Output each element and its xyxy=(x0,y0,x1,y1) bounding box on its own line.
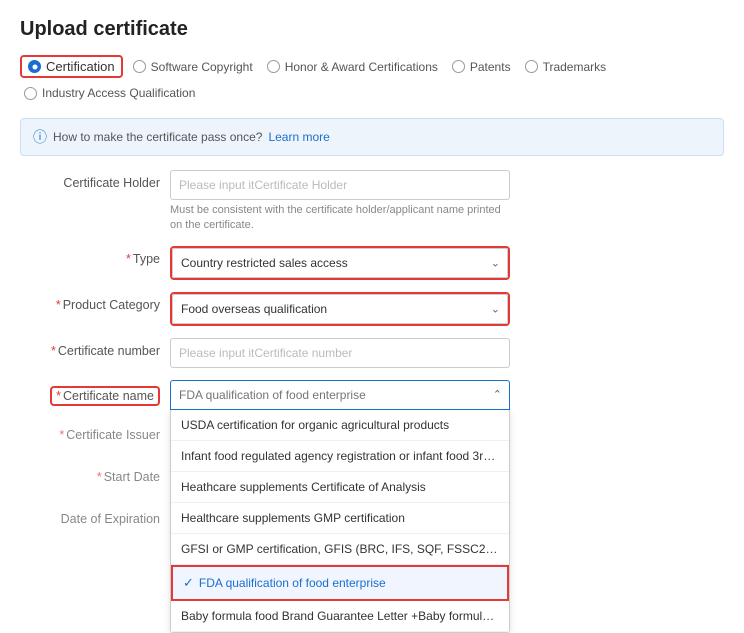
dropdown-item-7[interactable]: Baby formula food Brand Guarantee Letter… xyxy=(171,601,509,632)
certificate-holder-input[interactable] xyxy=(170,170,510,200)
tab-patents-label: Patents xyxy=(470,60,511,74)
certificate-name-field-group: ⌃ USDA certification for organic agricul… xyxy=(170,380,724,410)
type-row: *Type Country restricted sales access ⌄ xyxy=(20,246,724,280)
info-banner: ⓘ How to make the certificate pass once?… xyxy=(20,118,724,156)
tab-trademarks[interactable]: Trademarks xyxy=(521,58,611,76)
dropdown-item-5[interactable]: GFSI or GMP certification, GFIS (BRC, IF… xyxy=(171,534,509,565)
certificate-number-row: *Certificate number xyxy=(20,338,724,368)
type-select-wrapper: Country restricted sales access ⌄ xyxy=(170,246,510,280)
page-container: Upload certificate Certification Softwar… xyxy=(0,0,744,554)
certificate-holder-field-group: Must be consistent with the certificate … xyxy=(170,170,724,234)
start-date-required-star: * xyxy=(97,470,102,484)
certificate-issuer-label: *Certificate Issuer xyxy=(20,422,160,442)
tab-honor-label: Honor & Award Certifications xyxy=(285,60,438,74)
certificate-name-input[interactable] xyxy=(170,380,510,410)
product-category-field-group: Food overseas qualification ⌄ xyxy=(170,292,724,326)
dropdown-item-4[interactable]: Healthcare supplements GMP certification xyxy=(171,503,509,534)
tab-patents[interactable]: Patents xyxy=(448,58,515,76)
tabs-row: Certification Software Copyright Honor &… xyxy=(20,55,724,102)
cert-name-required-star: * xyxy=(56,389,61,403)
certificate-name-dropdown-wrapper: ⌃ USDA certification for organic agricul… xyxy=(170,380,510,410)
dropdown-checkmark: ✓ xyxy=(183,575,194,591)
dropdown-item-6-text: FDA qualification of food enterprise xyxy=(199,576,386,590)
certificate-number-field-group xyxy=(170,338,724,368)
product-category-row: *Product Category Food overseas qualific… xyxy=(20,292,724,326)
type-select[interactable]: Country restricted sales access xyxy=(172,248,508,278)
cert-number-required-star: * xyxy=(51,344,56,358)
product-category-label: *Product Category xyxy=(20,292,160,312)
certificate-number-input[interactable] xyxy=(170,338,510,368)
tab-honor-award[interactable]: Honor & Award Certifications xyxy=(263,58,442,76)
dropdown-item-2[interactable]: Infant food regulated agency registratio… xyxy=(171,441,509,472)
tab-software-label: Software Copyright xyxy=(151,60,253,74)
tab-industry-label: Industry Access Qualification xyxy=(42,86,195,100)
info-banner-text: How to make the certificate pass once? xyxy=(53,130,262,144)
info-icon: ⓘ xyxy=(33,127,47,147)
tab-industry-radio xyxy=(24,87,37,100)
tab-software-copyright[interactable]: Software Copyright xyxy=(129,58,257,76)
certificate-holder-label: Certificate Holder xyxy=(20,170,160,190)
product-category-select[interactable]: Food overseas qualification xyxy=(172,294,508,324)
dropdown-item-1[interactable]: USDA certification for organic agricultu… xyxy=(171,410,509,441)
tab-certification[interactable]: Certification xyxy=(20,55,123,78)
start-date-label: *Start Date xyxy=(20,464,160,484)
certificate-holder-hint: Must be consistent with the certificate … xyxy=(170,203,510,234)
product-category-select-wrapper: Food overseas qualification ⌄ xyxy=(170,292,510,326)
type-required-star: * xyxy=(126,252,131,266)
type-field-group: Country restricted sales access ⌄ xyxy=(170,246,724,280)
page-title: Upload certificate xyxy=(20,18,724,41)
tab-honor-radio xyxy=(267,60,280,73)
tab-software-radio xyxy=(133,60,146,73)
type-label: *Type xyxy=(20,246,160,266)
certificate-name-label-wrap: *Certificate name xyxy=(20,380,160,406)
tab-trademarks-label: Trademarks xyxy=(543,60,607,74)
certificate-number-label: *Certificate number xyxy=(20,338,160,358)
tab-certification-label: Certification xyxy=(46,59,115,74)
tab-patents-radio xyxy=(452,60,465,73)
certificate-name-row: *Certificate name ⌃ USDA certification f… xyxy=(20,380,724,410)
tab-industry-access[interactable]: Industry Access Qualification xyxy=(20,84,199,102)
learn-more-link[interactable]: Learn more xyxy=(268,130,329,144)
form-section: Certificate Holder Must be consistent wi… xyxy=(20,170,724,536)
product-category-required-star: * xyxy=(56,298,61,312)
tab-certification-radio xyxy=(28,60,41,73)
certificate-name-dropdown-list: USDA certification for organic agricultu… xyxy=(170,410,510,633)
certificate-holder-row: Certificate Holder Must be consistent wi… xyxy=(20,170,724,234)
expiry-date-label: Date of Expiration xyxy=(20,506,160,526)
dropdown-item-6[interactable]: ✓ FDA qualification of food enterprise xyxy=(171,565,509,601)
issuer-required-star: * xyxy=(59,428,64,442)
cert-name-label-highlighted: *Certificate name xyxy=(50,386,160,406)
dropdown-item-3[interactable]: Heathcare supplements Certificate of Ana… xyxy=(171,472,509,503)
tab-trademarks-radio xyxy=(525,60,538,73)
